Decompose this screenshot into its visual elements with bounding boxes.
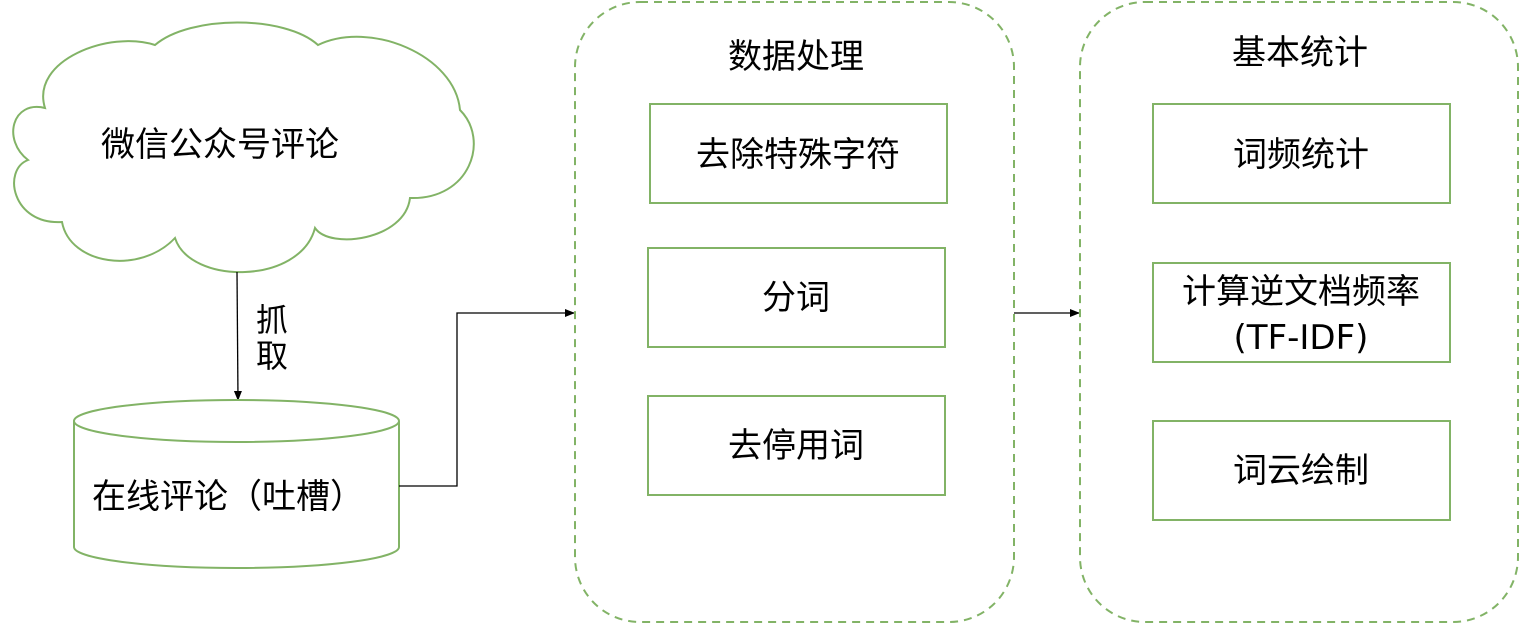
fetch-arrow <box>233 271 242 401</box>
processing-step: 分词 <box>647 247 946 348</box>
processing-step-label: 去除特殊字符 <box>696 135 900 175</box>
fetch-edge: 抓 取 <box>233 271 288 401</box>
pipeline-diagram: 微信公众号评论 抓 取 在线评论（吐槽） 数据处理 去除特殊字符 分词 去停用词 <box>12 1 1519 623</box>
fetch-label-line-2: 取 <box>256 337 288 375</box>
statistics-step-label: 词频统计 <box>1233 135 1369 175</box>
fetch-label-line-1: 抓 <box>256 301 288 339</box>
statistics-container: 基本统计 词频统计 计算逆文档频率 (TF-IDF) 词云绘制 <box>1079 1 1519 623</box>
storage-to-processing-arrow <box>399 309 575 487</box>
statistics-step-label: 词云绘制 <box>1233 451 1369 491</box>
storage-label: 在线评论（吐槽） <box>92 477 364 517</box>
storage-cylinder-node: 在线评论（吐槽） <box>73 399 400 569</box>
statistics-step: 词频统计 <box>1152 103 1451 204</box>
processing-step: 去除特殊字符 <box>649 103 948 204</box>
source-label: 微信公众号评论 <box>101 125 339 165</box>
source-cloud-node: 微信公众号评论 <box>12 21 475 274</box>
statistics-step: 计算逆文档频率 (TF-IDF) <box>1152 262 1451 363</box>
statistics-step-label-line-1: 计算逆文档频率 <box>1182 272 1420 312</box>
processing-step-label: 去停用词 <box>728 426 864 466</box>
statistics-step-label-line-2: (TF-IDF) <box>1234 318 1369 358</box>
processing-container: 数据处理 去除特殊字符 分词 去停用词 <box>574 1 1015 623</box>
processing-step-label: 分词 <box>762 278 830 318</box>
processing-step: 去停用词 <box>647 395 946 496</box>
statistics-title: 基本统计 <box>1232 33 1368 73</box>
processing-title: 数据处理 <box>728 37 864 77</box>
statistics-step: 词云绘制 <box>1152 420 1451 521</box>
